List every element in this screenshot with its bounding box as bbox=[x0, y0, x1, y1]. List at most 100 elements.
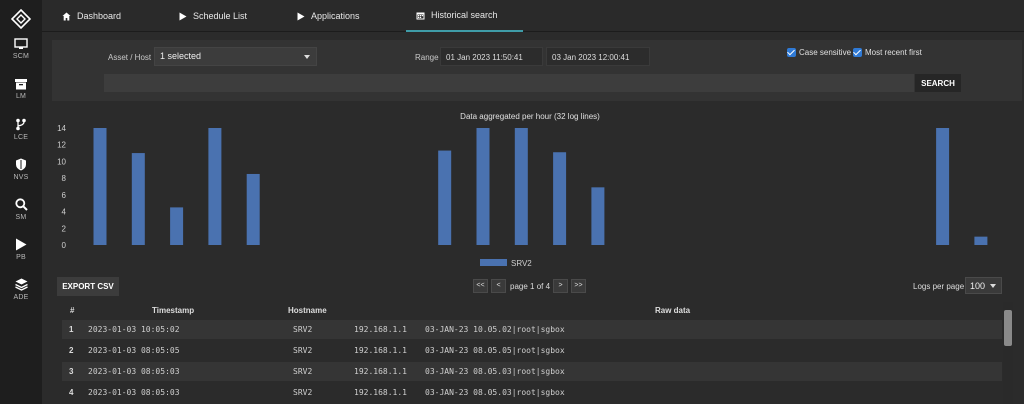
chart-bar[interactable] bbox=[974, 236, 988, 245]
chart-bar[interactable] bbox=[438, 150, 452, 245]
monitor-icon bbox=[14, 38, 28, 49]
last-page-button[interactable]: >> bbox=[571, 279, 586, 293]
logs-per-page-select[interactable]: 100 bbox=[965, 277, 1002, 294]
sidebar-item-label: ADE bbox=[13, 294, 29, 301]
range-to-input[interactable]: 03 Jan 2023 12:00:41 bbox=[546, 47, 650, 66]
row-number: 2 bbox=[69, 346, 74, 355]
next-page-button[interactable]: > bbox=[553, 279, 568, 293]
chart-bar[interactable] bbox=[131, 153, 145, 245]
sidebar-item-lce[interactable]: LCE bbox=[0, 118, 42, 154]
column-header-raw-data[interactable]: Raw data bbox=[655, 306, 690, 315]
app: SCM LM LCE NVS SM PB ADE Dashboard Sched… bbox=[0, 0, 1024, 404]
row-raw-data: 03-JAN-23 10.05.02|root|sgbox bbox=[425, 325, 565, 334]
y-tick-label: 2 bbox=[62, 224, 67, 233]
chart-bar[interactable] bbox=[514, 128, 528, 245]
sidebar-item-label: NVS bbox=[13, 174, 29, 181]
chart-bar[interactable] bbox=[476, 128, 490, 245]
y-tick-label: 8 bbox=[62, 174, 67, 183]
page-info: page 1 of 4 bbox=[510, 282, 551, 291]
row-ip: 192.168.1.1 bbox=[354, 388, 407, 397]
most-recent-first-label: Most recent first bbox=[865, 48, 922, 57]
tab-label: Applications bbox=[311, 11, 360, 21]
row-hostname: SRV2 bbox=[293, 388, 313, 397]
checkbox-checked-icon bbox=[853, 48, 862, 57]
logs-per-page-label: Logs per page bbox=[913, 282, 965, 291]
range-from-input[interactable]: 01 Jan 2023 11:50:41 bbox=[440, 47, 543, 66]
row-timestamp: 2023-01-03 08:05:03 bbox=[88, 388, 180, 397]
tab-applications[interactable]: Applications bbox=[297, 0, 360, 32]
table-row[interactable]: 4 2023-01-03 08:05:03 SRV2 192.168.1.1 0… bbox=[62, 383, 1002, 402]
logs-per-page-value: 100 bbox=[970, 281, 986, 291]
legend-label[interactable]: SRV2 bbox=[511, 259, 532, 268]
row-ip: 192.168.1.1 bbox=[354, 346, 407, 355]
tab-historical-search[interactable]: Historical search bbox=[406, 0, 523, 32]
chart-bar[interactable] bbox=[246, 173, 260, 245]
tab-label: Historical search bbox=[431, 10, 498, 20]
tab-dashboard[interactable]: Dashboard bbox=[62, 0, 121, 32]
table-row[interactable]: 2 2023-01-03 08:05:05 SRV2 192.168.1.1 0… bbox=[62, 341, 1002, 360]
row-timestamp: 2023-01-03 10:05:02 bbox=[88, 325, 180, 334]
tab-label: Schedule List bbox=[193, 11, 248, 21]
row-raw-data: 03-JAN-23 08.05.05|root|sgbox bbox=[425, 346, 565, 355]
most-recent-first-checkbox[interactable]: Most recent first bbox=[853, 48, 922, 57]
calendar-icon bbox=[416, 12, 425, 19]
chevron-down-icon bbox=[990, 284, 996, 288]
sidebar-item-scm[interactable]: SCM bbox=[0, 38, 42, 74]
tab-schedule-list[interactable]: Schedule List bbox=[179, 0, 247, 32]
asset-host-select[interactable]: 1 selected bbox=[154, 47, 317, 66]
play-icon bbox=[179, 12, 187, 20]
search-button[interactable]: SEARCH bbox=[915, 74, 961, 92]
sidebar-item-label: PB bbox=[16, 254, 26, 261]
row-number: 1 bbox=[69, 325, 74, 334]
chart-bar[interactable] bbox=[93, 128, 107, 245]
column-header-timestamp[interactable]: Timestamp bbox=[152, 306, 194, 315]
prev-page-button[interactable]: < bbox=[491, 279, 506, 293]
search-icon bbox=[14, 198, 28, 211]
chart-bar[interactable] bbox=[591, 187, 605, 245]
checkbox-checked-icon bbox=[787, 48, 796, 57]
sidebar-item-pb[interactable]: PB bbox=[0, 238, 42, 274]
sidebar-item-sm[interactable]: SM bbox=[0, 198, 42, 234]
row-raw-data: 03-JAN-23 08.05.03|root|sgbox bbox=[425, 388, 565, 397]
play-icon bbox=[16, 238, 27, 251]
y-tick-label: 4 bbox=[62, 208, 67, 217]
case-sensitive-checkbox[interactable]: Case sensitive bbox=[787, 48, 851, 57]
row-ip: 192.168.1.1 bbox=[354, 367, 407, 376]
row-hostname: SRV2 bbox=[293, 367, 313, 376]
y-tick-label: 14 bbox=[57, 124, 66, 133]
chart-bar[interactable] bbox=[936, 128, 950, 245]
play-icon bbox=[297, 12, 305, 20]
archive-icon bbox=[15, 79, 27, 90]
column-header-hostname[interactable]: Hostname bbox=[288, 306, 327, 315]
first-page-button[interactable]: << bbox=[473, 279, 488, 293]
column-header-number[interactable]: # bbox=[70, 306, 74, 315]
table-row[interactable]: 3 2023-01-03 08:05:03 SRV2 192.168.1.1 0… bbox=[62, 362, 1002, 381]
y-tick-label: 6 bbox=[62, 191, 67, 200]
row-ip: 192.168.1.1 bbox=[354, 325, 407, 334]
legend-swatch bbox=[480, 259, 507, 266]
branch-icon bbox=[16, 118, 26, 131]
search-query-input[interactable] bbox=[104, 74, 914, 92]
row-number: 3 bbox=[69, 367, 74, 376]
logo-icon[interactable] bbox=[11, 9, 31, 29]
chevron-down-icon bbox=[304, 55, 310, 59]
export-csv-button[interactable]: EXPORT CSV bbox=[57, 277, 119, 296]
table-header: # Timestamp Hostname Raw data bbox=[52, 302, 1004, 318]
chart-bar[interactable] bbox=[170, 207, 184, 245]
asset-host-value: 1 selected bbox=[160, 51, 202, 61]
chart-bar[interactable] bbox=[208, 128, 222, 245]
aggregation-chart: Data aggregated per hour (32 log lines) … bbox=[52, 104, 1022, 272]
table-row[interactable]: 1 2023-01-03 10:05:02 SRV2 192.168.1.1 0… bbox=[62, 320, 1002, 339]
row-raw-data: 03-JAN-23 08.05.03|root|sgbox bbox=[425, 367, 565, 376]
sidebar-item-lm[interactable]: LM bbox=[0, 78, 42, 114]
sidebar: SCM LM LCE NVS SM PB ADE bbox=[0, 0, 42, 404]
row-timestamp: 2023-01-03 08:05:05 bbox=[88, 346, 180, 355]
sidebar-item-ade[interactable]: ADE bbox=[0, 278, 42, 314]
y-tick-label: 0 bbox=[62, 241, 67, 250]
range-from-value: 01 Jan 2023 11:50:41 bbox=[446, 53, 523, 62]
row-timestamp: 2023-01-03 08:05:03 bbox=[88, 367, 180, 376]
asset-host-label: Asset / Host bbox=[108, 53, 152, 62]
scrollbar-thumb[interactable] bbox=[1004, 310, 1012, 346]
sidebar-item-nvs[interactable]: NVS bbox=[0, 158, 42, 194]
chart-bar[interactable] bbox=[553, 152, 567, 245]
